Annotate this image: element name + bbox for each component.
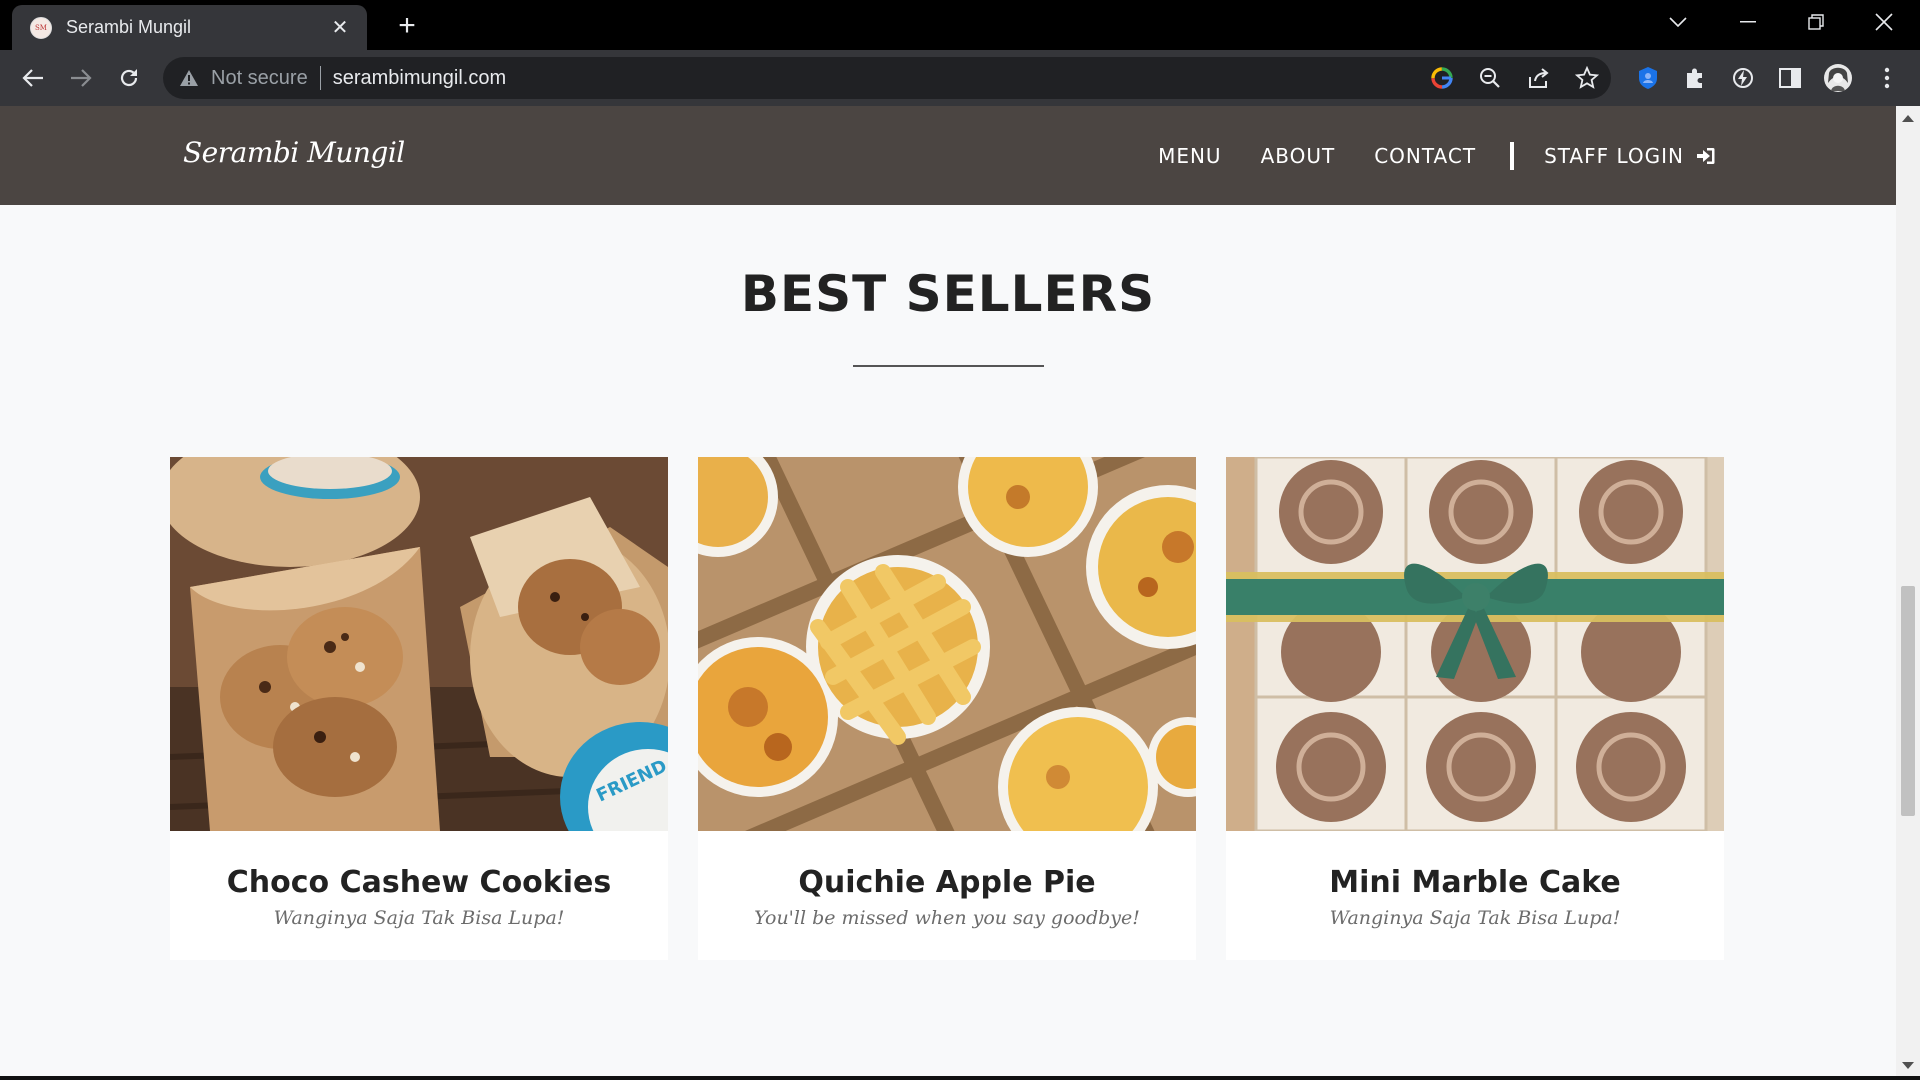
speed-extension-icon[interactable]: [1727, 62, 1759, 94]
staff-login-label: STAFF LOGIN: [1544, 143, 1684, 168]
nav-contact-link[interactable]: CONTACT: [1374, 144, 1476, 168]
browser-tab[interactable]: SM Serambi Mungil ✕: [12, 5, 367, 50]
product-tagline: You'll be missed when you say goodbye!: [754, 907, 1140, 929]
tab-search-chevron-icon[interactable]: [1648, 0, 1708, 44]
close-window-icon[interactable]: [1854, 0, 1914, 44]
browser-menu-kebab-icon[interactable]: [1871, 62, 1903, 94]
share-icon[interactable]: [1523, 62, 1555, 94]
tab-title: Serambi Mungil: [66, 17, 192, 37]
side-panel-icon[interactable]: [1774, 62, 1806, 94]
favicon-text: SM: [35, 23, 47, 32]
window-bottom-edge: [0, 1076, 1920, 1080]
nav-menu-link[interactable]: MENU: [1158, 144, 1222, 168]
nav-about-link[interactable]: ABOUT: [1261, 144, 1336, 168]
forward-arrow-icon[interactable]: [63, 60, 99, 96]
product-card[interactable]: Mini Marble Cake Wanginya Saja Tak Bisa …: [1226, 457, 1724, 960]
scroll-down-arrow-icon[interactable]: [1902, 1062, 1914, 1069]
page-scrollbar[interactable]: [1896, 106, 1920, 1080]
product-image-cookies: FRIEND: [170, 457, 668, 831]
reload-icon[interactable]: [111, 60, 147, 96]
address-bar[interactable]: Not secure serambimungil.com: [163, 57, 1611, 99]
product-tagline: Wanginya Saja Tak Bisa Lupa!: [273, 907, 565, 929]
bookmark-star-icon[interactable]: [1571, 62, 1603, 94]
product-name: Choco Cashew Cookies: [226, 865, 612, 900]
back-arrow-icon[interactable]: [15, 60, 51, 96]
warning-triangle-icon: [180, 70, 198, 86]
product-image-apple-pie: [698, 457, 1196, 831]
browser-tab-strip: SM Serambi Mungil ✕ +: [0, 0, 1920, 50]
omnibox-separator: [319, 66, 321, 90]
extension-profile-icon[interactable]: [1632, 62, 1664, 94]
site-menu: MENU ABOUT CONTACT STAFF LOGIN: [1158, 106, 1716, 205]
product-name: Quichie Apple Pie: [798, 865, 1096, 900]
site-brand-logo[interactable]: Serambi Mungil: [183, 136, 405, 169]
site-favicon-icon: SM: [30, 16, 52, 39]
sign-in-icon: [1697, 147, 1715, 164]
page-viewport: Serambi Mungil MENU ABOUT CONTACT STAFF …: [0, 106, 1896, 1080]
site-navbar: Serambi Mungil MENU ABOUT CONTACT STAFF …: [0, 106, 1896, 205]
zoom-out-icon[interactable]: [1474, 62, 1506, 94]
scrollbar-thumb[interactable]: [1901, 586, 1915, 816]
scroll-up-arrow-icon[interactable]: [1902, 115, 1914, 122]
nav-divider: [1510, 141, 1515, 170]
restore-icon[interactable]: [1786, 0, 1846, 44]
google-lens-icon[interactable]: [1426, 62, 1458, 94]
product-tagline: Wanginya Saja Tak Bisa Lupa!: [1329, 907, 1621, 929]
profile-avatar-icon[interactable]: [1822, 62, 1854, 94]
not-secure-label: Not secure: [211, 66, 308, 89]
url-text: serambimungil.com: [332, 66, 507, 89]
browser-toolbar: Not secure serambimungil.com: [0, 50, 1920, 106]
extensions-puzzle-icon[interactable]: [1679, 62, 1711, 94]
product-card[interactable]: Quichie Apple Pie You'll be missed when …: [698, 457, 1196, 960]
product-card[interactable]: FRIEND Choco Cashew Cookies Wanginya Saj…: [170, 457, 668, 960]
new-tab-plus-icon[interactable]: +: [390, 9, 424, 43]
title-divider: [853, 365, 1044, 367]
product-image-marble-cake: [1226, 457, 1724, 831]
staff-login-link[interactable]: STAFF LOGIN: [1544, 144, 1716, 168]
minimize-icon[interactable]: [1718, 0, 1778, 44]
section-title: BEST SELLERS: [740, 265, 1156, 323]
tab-close-icon[interactable]: ✕: [327, 15, 353, 41]
product-name: Mini Marble Cake: [1329, 865, 1621, 900]
